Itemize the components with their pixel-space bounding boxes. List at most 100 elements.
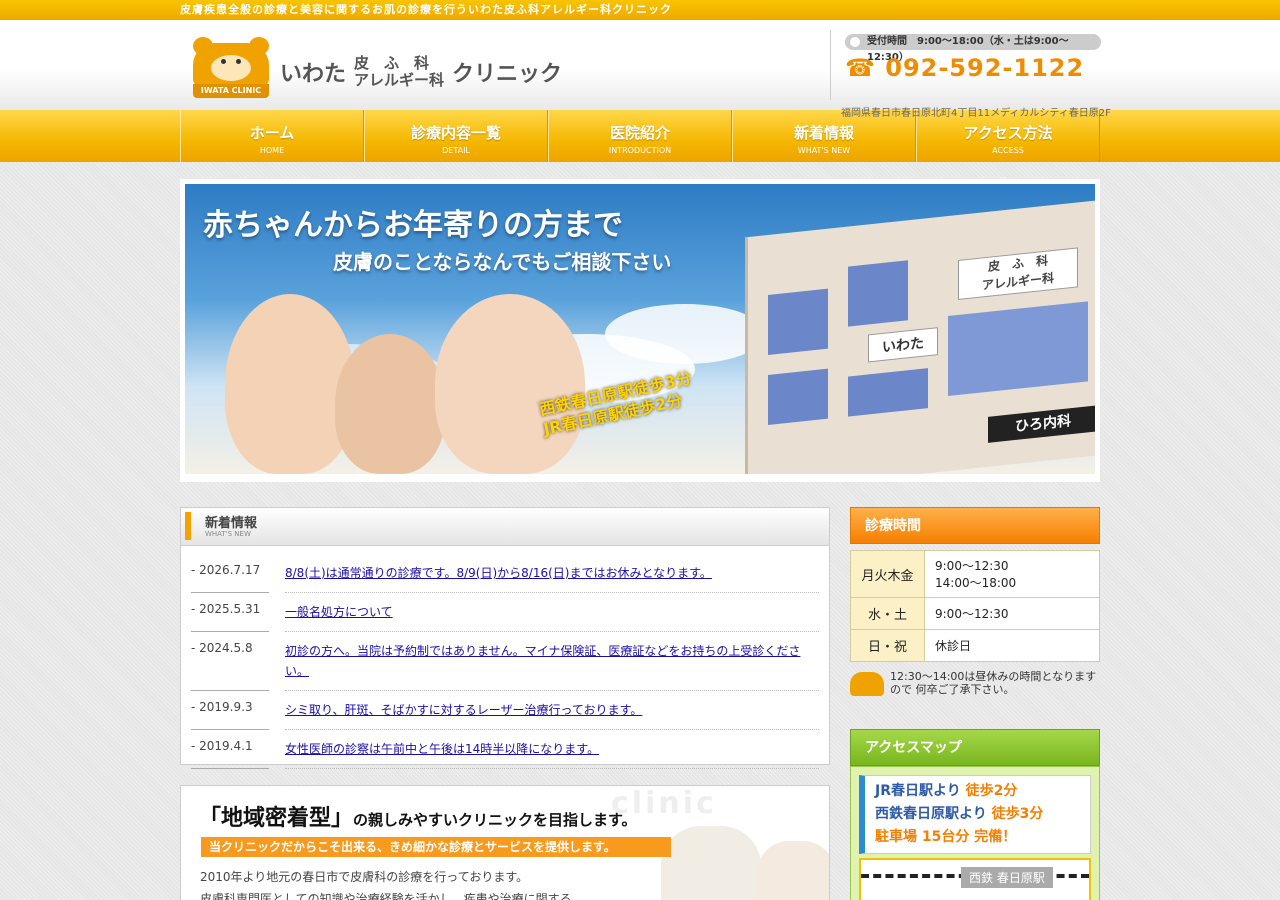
hours-row: 水・土 9:00〜12:30 — [850, 597, 1100, 630]
doctor-photo — [661, 826, 761, 900]
nav-sublabel: ACCESS — [992, 146, 1024, 155]
news-link[interactable]: シミ取り、肝斑、そばかすに対するレーザー治療行っております。 — [285, 703, 642, 717]
clinic-name-top: 皮 ふ 科 — [354, 54, 430, 72]
news-item: - 2024.5.8 初診の方へ。当院は予約制ではありません。マイナ保険証、医療証… — [191, 632, 819, 691]
feature-line: 皮膚科専門医としての知識や治療経験を活かし、疾患や治療に関する — [200, 892, 572, 900]
child-photo — [225, 294, 355, 474]
nav-sublabel: HOME — [259, 146, 285, 155]
clinic-name[interactable]: いわた 皮 ふ 科 アレルギー科 クリニック — [280, 52, 562, 92]
access-nt-text: 西鉄春日原駅より — [875, 806, 987, 822]
access-jr-walk: 徒歩2分 — [965, 783, 1018, 799]
news-date: - 2025.5.31 — [191, 593, 269, 632]
logo-badge-text: IWATA CLINIC — [193, 84, 269, 98]
news-list: - 2026.7.17 8/8(土)は通常通りの診療です。8/9(日)から8/16… — [181, 546, 829, 769]
nav-sublabel: WHAT'S NEW — [797, 146, 851, 155]
news-link[interactable]: 女性医師の診察は午前中と午後は14時半以降になります。 — [285, 742, 599, 756]
news-header: 新着情報 WHAT'S NEW — [181, 508, 829, 546]
access-park-unit: 分 完備！ — [955, 829, 1017, 845]
news-date: - 2026.7.17 — [191, 554, 269, 593]
access-map[interactable]: JR春日駅より 徒歩2分 西鉄春日原駅より 徒歩3分 駐車場 15台分 完備！ … — [850, 766, 1100, 900]
access-jr: JR春日駅より 徒歩2分 — [875, 780, 1080, 803]
news-item: - 2026.7.17 8/8(土)は通常通りの診療です。8/9(日)から8/16… — [191, 554, 819, 593]
doctor-photo — [756, 841, 829, 900]
news-link[interactable]: 8/8(土)は通常通りの診療です。8/9(日)から8/16(日)まではお休みとな… — [285, 566, 712, 580]
feature-band: 当クリニックだからこそ出来る、きめ細かな診療とサービスを提供します。 — [201, 837, 671, 857]
hero-image: 皮 ふ 科アレルギー科 いわた ひろ内科 赤ちゃんからお年寄りの方まで 皮膚のこ… — [185, 184, 1095, 474]
feature-paragraph: 2010年より地元の春日市で皮膚科の診療を行っております。 皮膚科専門医としての… — [200, 866, 572, 900]
news-item: - 2019.4.1 女性医師の診察は午前中と午後は14時半以降になります。 — [191, 730, 819, 769]
hours-row: 日・祝 休診日 — [850, 629, 1100, 662]
nav-introduction[interactable]: 医院紹介 INTRODUCTION — [548, 110, 732, 162]
hero-banner: 皮 ふ 科アレルギー科 いわた ひろ内科 赤ちゃんからお年寄りの方まで 皮膚のこ… — [180, 179, 1100, 482]
clinic-name-bottom: アレルギー科 — [354, 71, 445, 89]
news-date: - 2019.9.3 — [191, 691, 269, 730]
clinic-logo[interactable]: IWATA CLINIC — [193, 37, 269, 99]
hours-time: 9:00〜12:30 14:00〜18:00 — [924, 550, 1100, 598]
clinic-name-end: クリニック — [452, 62, 563, 87]
feature-panel: clinic 「地域密着型」の親しみやすいクリニックを目指します。 当クリニック… — [180, 785, 830, 900]
access-park-num: 15台 — [921, 829, 956, 845]
nav-label: 新着情報 — [793, 124, 854, 142]
access-nt-walk: 徒歩3分 — [991, 806, 1044, 822]
sign-other: ひろ内科 — [988, 405, 1095, 443]
hours-time-am: 9:00〜12:30 — [935, 559, 1009, 573]
access-info: JR春日駅より 徒歩2分 西鉄春日原駅より 徒歩3分 駐車場 15台分 完備！ — [859, 775, 1091, 854]
map-plan: 西鉄 春日原駅 — [859, 858, 1091, 900]
hours-time: 9:00〜12:30 — [924, 597, 1100, 630]
hours-note: 12:30～14:00は昼休みの時間となりますので 何卒ご了承下さい。 — [850, 670, 1100, 696]
clinic-building: 皮 ふ 科アレルギー科 いわた ひろ内科 — [745, 200, 1095, 474]
news-title-en: WHAT'S NEW — [205, 530, 251, 538]
news-title: 新着情報 — [205, 516, 258, 531]
nav-sublabel: DETAIL — [442, 146, 470, 155]
access-jr-text: JR春日駅より — [875, 783, 961, 799]
news-link[interactable]: 初診の方へ。当院は予約制ではありません。マイナ保険証、医療証などをお持ちの上受診… — [285, 644, 800, 678]
clinic-name-main: いわた — [280, 62, 347, 87]
news-item: - 2025.5.31 一般名処方について — [191, 593, 819, 632]
feature-title-rest: の親しみやすいクリニックを目指します。 — [353, 811, 637, 829]
hours-note-text: 12:30～14:00は昼休みの時間となりますので 何卒ご了承下さい。 — [890, 670, 1097, 696]
nav-label: 医院紹介 — [609, 124, 670, 142]
news-header-bar — [185, 512, 191, 540]
feature-title: 「地域密着型」の親しみやすいクリニックを目指します。 — [199, 800, 637, 832]
access-parking: 駐車場 15台分 完備！ — [875, 826, 1080, 849]
hours-day: 日・祝 — [850, 629, 925, 662]
access-nishitetsu: 西鉄春日原駅より 徒歩3分 — [875, 803, 1080, 826]
phone-number[interactable]: ☎ 092-592-1122 — [845, 54, 1084, 82]
nav-label: アクセス方法 — [963, 124, 1053, 142]
feature-title-main: 「地域密着型」 — [199, 806, 354, 831]
top-banner-text: 皮膚疾患全般の診療と美容に関するお肌の診療を行ういわた皮ふ科アレルギー科クリニッ… — [180, 3, 672, 16]
hours-time: 休診日 — [924, 629, 1100, 662]
news-item: - 2019.9.3 シミ取り、肝斑、そばかすに対するレーザー治療行っております。 — [191, 691, 819, 730]
nav-home[interactable]: ホーム HOME — [180, 110, 364, 162]
hours-day: 月火木金 — [850, 550, 925, 598]
access-park-text: 駐車場 — [875, 829, 917, 845]
address: 福岡県春日市春日原北町4丁目11メディカルシティ春日原2F — [841, 108, 1111, 119]
news-panel: 新着情報 WHAT'S NEW - 2026.7.17 8/8(土)は通常通りの診… — [180, 507, 830, 769]
nav-detail[interactable]: 診療内容一覧 DETAIL — [364, 110, 548, 162]
hours-table: 月火木金 9:00〜12:30 14:00〜18:00 水・土 9:00〜12:30 … — [850, 550, 1100, 662]
news-link[interactable]: 一般名処方について — [285, 605, 393, 619]
bear-mascot-icon — [193, 37, 269, 87]
hero-headline: 赤ちゃんからお年寄りの方まで — [203, 208, 623, 243]
bear-mascot-icon — [850, 672, 884, 696]
contact-block: 受付時間 9:00〜18:00（水・土は9:00〜12:30） ☎ 092-59… — [830, 30, 1111, 119]
header: IWATA CLINIC いわた 皮 ふ 科 アレルギー科 クリニック 受付時間… — [0, 20, 1280, 119]
mother-photo — [435, 294, 585, 474]
hours-title: 診療時間 — [850, 507, 1100, 544]
hours-day: 水・土 — [850, 597, 925, 630]
hours-row: 月火木金 9:00〜12:30 14:00〜18:00 — [850, 550, 1100, 598]
sidebar: 診療時間 月火木金 9:00〜12:30 14:00〜18:00 水・土 9:00〜1… — [850, 507, 1100, 900]
news-date: - 2019.4.1 — [191, 730, 269, 769]
access-map-title: アクセスマップ — [850, 729, 1100, 766]
nav-label: ホーム — [249, 124, 295, 142]
sign-name: いわた — [868, 327, 938, 363]
nav-sublabel: INTRODUCTION — [608, 146, 672, 155]
clock-icon — [850, 37, 860, 47]
news-date: - 2024.5.8 — [191, 632, 269, 691]
nav-label: 診療内容一覧 — [410, 124, 501, 142]
top-banner: 皮膚疾患全般の診療と美容に関するお肌の診療を行ういわた皮ふ科アレルギー科クリニッ… — [0, 0, 1280, 20]
child-photo — [335, 334, 445, 474]
hero-subheadline: 皮膚のことならなんでもご相談下さい — [333, 250, 672, 274]
station-label: 西鉄 春日原駅 — [961, 867, 1053, 888]
hours-time-pm: 14:00〜18:00 — [935, 576, 1017, 590]
